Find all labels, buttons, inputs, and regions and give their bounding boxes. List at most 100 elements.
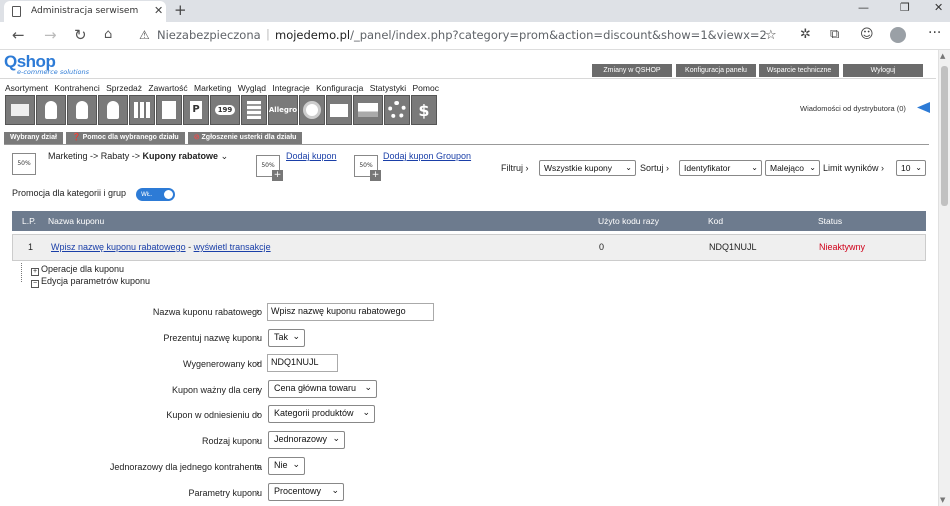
menu-pomoc[interactable]: Pomoc [412, 83, 438, 93]
counter-icon[interactable]: 199 [210, 95, 240, 125]
settings-gear-icon[interactable] [384, 95, 410, 125]
label-generated-code: Wygenerowany kod [183, 359, 262, 369]
tab-section-help[interactable]: ❓ Pomoc dla wybranego działu [65, 132, 185, 144]
collections-icon[interactable]: ⧉ [830, 27, 839, 42]
promo-toggle[interactable]: WŁ. [136, 188, 175, 201]
limit-select[interactable]: 10 ⌄ [896, 160, 926, 176]
order-select[interactable]: Malejąco ⌄ [765, 160, 820, 176]
transactions-link[interactable]: wyświetl transakcje [194, 242, 271, 252]
support-button[interactable]: Wsparcie techniczne [759, 64, 839, 77]
allegro-icon[interactable]: Allegro [268, 95, 298, 125]
one-per-customer-select[interactable]: Nie ⌄ [268, 457, 305, 475]
new-tab-icon[interactable]: + [174, 1, 187, 19]
coupon-name-input[interactable]: Wpisz nazwę kuponu rabatowego [267, 303, 434, 321]
folder-icon[interactable] [326, 95, 352, 125]
scroll-down-icon[interactable]: ▼ [940, 496, 945, 504]
sort-select[interactable]: Identyfikator ⌄ [679, 160, 762, 176]
menu-integracje[interactable]: Integracje [272, 83, 309, 93]
tab-selected-section[interactable]: Wybrany dział [4, 132, 63, 144]
flag-icon[interactable] [241, 95, 267, 125]
grid-icon[interactable] [129, 95, 155, 125]
section-thumbnail: 50% [12, 153, 36, 175]
arrow: › [256, 359, 260, 369]
breadcrumb-current[interactable]: Kupony rabatowe [143, 151, 219, 161]
reload-icon[interactable]: ↻ [74, 26, 87, 44]
filter-label-text: Filtruj [501, 163, 523, 173]
menu-kontrahenci[interactable]: Kontrahenci [54, 83, 99, 93]
add-coupon-link[interactable]: Dodaj kupon [286, 151, 337, 161]
applies-to-select[interactable]: Kategorii produktów ⌄ [268, 405, 375, 423]
menu-marketing[interactable]: Marketing [194, 83, 231, 93]
breadcrumb-path[interactable]: Marketing -> Rabaty -> [48, 151, 143, 161]
panel-config-button[interactable]: Konfiguracja panelu [676, 64, 756, 77]
limit-label-text: Limit wyników [823, 163, 879, 173]
coupon-name-link[interactable]: Wpisz nazwę kuponu rabatowego [51, 242, 186, 252]
products-icon[interactable] [5, 95, 35, 125]
toggle-knob [164, 190, 173, 199]
forward-icon[interactable]: → [44, 26, 57, 44]
favorites-bar-icon[interactable]: ✲ [800, 27, 811, 42]
window-close-icon[interactable]: ✕ [934, 1, 943, 14]
label-coupon-type: Rodzaj kuponu [201, 436, 262, 446]
home-icon[interactable]: ⌂ [104, 27, 112, 42]
customers-icon[interactable] [36, 95, 66, 125]
menu-zawartosc[interactable]: Zawartość [148, 83, 187, 93]
col-code[interactable]: Kod [708, 216, 723, 226]
profile-avatar[interactable] [890, 27, 906, 43]
generated-code-input[interactable]: NDQ1NUJL [267, 354, 338, 372]
logo-tagline: e-commerce solutions [17, 68, 89, 76]
distributor-messages[interactable]: Wiadomości od dystrybutora (0) [800, 104, 906, 113]
add-groupon-link[interactable]: Dodaj kupon Groupon [383, 151, 471, 161]
tabs-divider [4, 144, 929, 145]
browser-menu-icon[interactable]: ··· [928, 25, 941, 41]
favorite-star-icon[interactable]: ☆ [765, 28, 777, 43]
ops-node[interactable]: + Operacje dla kuponu [31, 264, 124, 276]
menu-asortyment[interactable]: Asortyment [5, 83, 48, 93]
plus-icon: + [370, 170, 381, 181]
staff-icon[interactable] [98, 95, 128, 125]
scrollbar-thumb[interactable] [941, 66, 948, 206]
scroll-up-icon[interactable]: ▲ [940, 52, 945, 60]
qshop-changes-button[interactable]: Zmiany w QSHOP [592, 64, 672, 77]
coupon-params-select[interactable]: Procentowy ⌄ [268, 483, 344, 501]
disc-icon[interactable] [299, 95, 325, 125]
chevron-down-icon: ⌄ [915, 163, 922, 172]
menu-sprzedaz[interactable]: Sprzedaż [106, 83, 142, 93]
megaphone-icon[interactable] [917, 102, 930, 113]
documents-icon[interactable] [156, 95, 182, 125]
logout-button[interactable]: Wyloguj [843, 64, 923, 77]
coupon-type-select[interactable]: Jednorazowy ⌄ [268, 431, 345, 449]
breadcrumb-chevron-icon[interactable]: ⌄ [218, 151, 229, 161]
url-field[interactable]: ⚠ Niezabezpieczona | mojedemo.pl/_panel/… [127, 25, 787, 47]
parking-icon[interactable]: P [183, 95, 209, 125]
col-lp[interactable]: L.P. [22, 216, 36, 226]
minimize-icon[interactable]: — [858, 1, 869, 14]
col-name[interactable]: Nazwa kuponu [48, 216, 104, 226]
module-icon-strip: P 199 Allegro $ [5, 95, 437, 125]
back-icon[interactable]: ← [12, 26, 25, 44]
add-coupon-icon[interactable]: 50% + [256, 155, 283, 181]
users-icon[interactable] [67, 95, 97, 125]
filter-select[interactable]: Wszystkie kupony ⌄ [539, 160, 636, 176]
close-tab-icon[interactable]: ✕ [154, 4, 163, 17]
label-show-name: Prezentuj nazwę kuponu [163, 333, 262, 343]
menu-statystyki[interactable]: Statystyki [370, 83, 406, 93]
restore-icon[interactable]: ❐ [900, 1, 910, 14]
col-status[interactable]: Status [818, 216, 842, 226]
valid-price-select[interactable]: Cena główna towaru ⌄ [268, 380, 377, 398]
edit-node[interactable]: − Edycja parametrów kuponu [31, 276, 150, 288]
table-row[interactable]: 1 Wpisz nazwę kuponu rabatowego - wyświe… [12, 234, 926, 261]
col-used[interactable]: Użyto kodu razy [598, 216, 659, 226]
show-name-select[interactable]: Tak ⌄ [268, 329, 305, 347]
expand-icon[interactable]: + [31, 268, 39, 276]
chart-icon[interactable] [353, 95, 383, 125]
collapse-icon[interactable]: − [31, 280, 39, 288]
price-icon[interactable]: $ [411, 95, 437, 125]
tab-report-issue[interactable]: ⊘ Zgłoszenie usterki dla działu [187, 132, 303, 144]
menu-wyglad[interactable]: Wygląd [238, 83, 266, 93]
add-groupon-icon[interactable]: 50% + [354, 155, 381, 181]
sort-label-text: Sortuj [640, 163, 664, 173]
browser-tab[interactable]: Administracja serwisem ✕ [4, 1, 166, 22]
menu-konfiguracja[interactable]: Konfiguracja [316, 83, 363, 93]
feedback-icon[interactable]: ☺ [860, 27, 874, 42]
